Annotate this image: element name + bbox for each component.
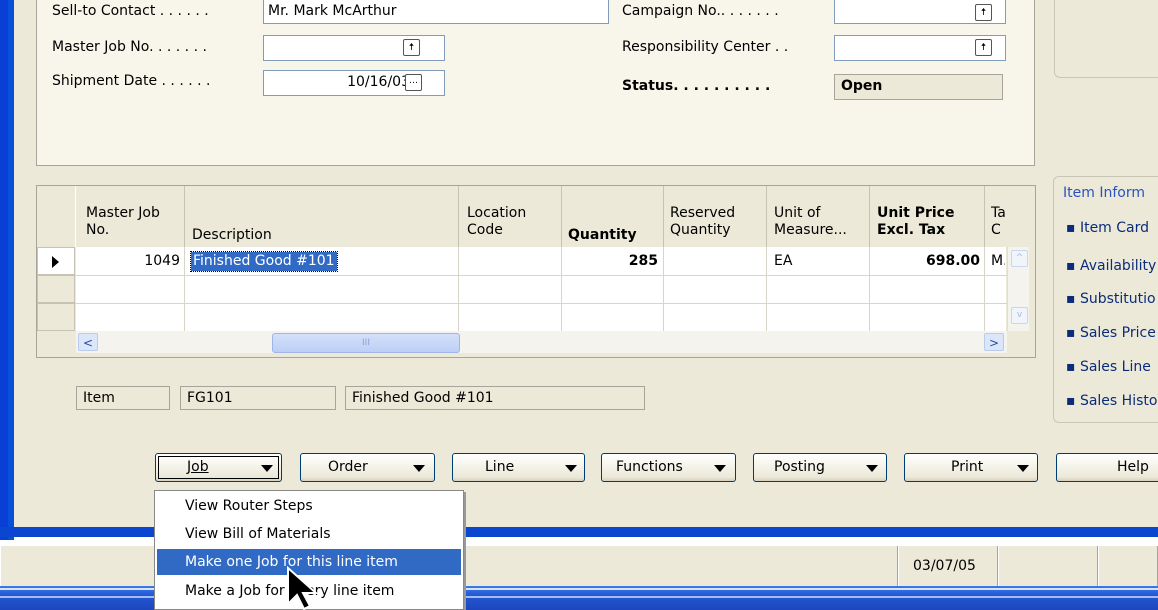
cell-unit-of-measure[interactable]: EA <box>774 249 792 273</box>
item-information-title: Item Inform <box>1063 185 1147 201</box>
status-cell-4 <box>1098 546 1158 586</box>
campaign-label: Campaign No.. . . . . . . <box>622 3 779 19</box>
status-date: 03/07/05 <box>898 546 998 586</box>
help-button[interactable]: Help <box>1056 453 1158 482</box>
status-cell-3 <box>998 546 1098 586</box>
responsibility-center-label: Responsibility Center . . <box>622 39 789 55</box>
column-header-unit-price[interactable]: Unit Price Excl. Tax <box>877 205 954 239</box>
chevron-down-icon <box>565 465 577 472</box>
chevron-down-icon <box>261 465 273 472</box>
side-link-availability[interactable]: ▪ Availability <box>1066 258 1156 274</box>
column-header-description[interactable]: Description <box>192 227 272 244</box>
status-label: Status. . . . . . . . . . <box>622 78 771 94</box>
row-selector-1[interactable] <box>37 247 75 275</box>
horizontal-scrollbar[interactable] <box>76 331 1007 353</box>
line-menu-button[interactable]: Line <box>452 453 585 482</box>
cell-unit-price[interactable]: 698.00 <box>870 249 980 273</box>
campaign-lookup-button[interactable]: 🠅 <box>975 4 992 21</box>
chevron-down-icon <box>1017 465 1029 472</box>
scroll-down-icon[interactable]: v <box>1011 307 1028 324</box>
column-header-master-job[interactable]: Master Job No. <box>86 205 160 239</box>
menu-item-view-bill-of-materials[interactable]: View Bill of Materials <box>157 521 461 547</box>
calendar-assist-button[interactable]: … <box>405 74 422 91</box>
master-job-label: Master Job No. . . . . . . <box>52 39 207 55</box>
item-information-panel: Item Inform ▪ Item Card ▪ Availability ▪… <box>1053 176 1158 423</box>
master-job-lookup-button[interactable]: 🠅 <box>403 39 420 56</box>
column-header-quantity[interactable]: Quantity <box>568 227 637 244</box>
column-header-location[interactable]: Location Code <box>467 205 526 239</box>
side-link-sales-line[interactable]: ▪ Sales Line <box>1066 359 1151 375</box>
side-link-item-card[interactable]: ▪ Item Card <box>1066 220 1149 236</box>
menu-item-view-router-steps[interactable]: View Router Steps <box>157 493 461 519</box>
column-header-tax[interactable]: Ta C <box>991 205 1005 239</box>
column-header-unit-of-measure[interactable]: Unit of Measure... <box>774 205 847 239</box>
sell-to-contact-field[interactable]: Mr. Mark McArthur <box>263 0 609 24</box>
scroll-up-icon[interactable]: ^ <box>1011 250 1028 267</box>
functions-menu-button[interactable]: Functions <box>601 453 736 482</box>
row-selector-2[interactable] <box>37 275 75 303</box>
scroll-right-icon[interactable]: > <box>984 333 1004 351</box>
sell-to-contact-label: Sell-to Contact . . . . . . <box>52 3 209 19</box>
side-link-sales-prices[interactable]: ▪ Sales Price <box>1066 325 1156 341</box>
cell-description[interactable]: Finished Good #101 <box>190 251 338 272</box>
side-link-substitutions[interactable]: ▪ Substitutio <box>1066 291 1156 307</box>
column-header-reserved-quantity[interactable]: Reserved Quantity <box>670 205 735 239</box>
cell-tax[interactable]: M. <box>991 249 1005 273</box>
order-menu-button[interactable]: Order <box>300 453 435 482</box>
window-border-left <box>0 0 14 540</box>
posting-menu-button[interactable]: Posting <box>753 453 887 482</box>
print-menu-button[interactable]: Print <box>904 453 1038 482</box>
chevron-down-icon <box>866 465 878 472</box>
side-link-sales-history[interactable]: ▪ Sales Histo <box>1066 393 1157 409</box>
job-menu-button[interactable]: Job <box>155 453 282 482</box>
side-panel-upper <box>1054 0 1158 78</box>
cell-master-job[interactable]: 1049 <box>76 249 180 273</box>
info-number: FG101 <box>180 386 336 410</box>
cell-quantity[interactable]: 285 <box>562 249 658 273</box>
info-type: Item <box>76 386 170 410</box>
chevron-down-icon <box>714 465 726 472</box>
shipment-date-label: Shipment Date . . . . . . <box>52 73 211 89</box>
chevron-down-icon <box>413 465 425 472</box>
scroll-left-icon[interactable]: < <box>78 333 98 351</box>
responsibility-center-lookup-button[interactable]: 🠅 <box>975 39 992 56</box>
row-selector-3[interactable] <box>37 303 75 331</box>
vertical-scrollbar[interactable]: ^ v <box>1007 247 1029 331</box>
status-value: Open <box>834 74 1003 100</box>
mouse-pointer-icon <box>287 566 319 610</box>
info-description: Finished Good #101 <box>345 386 645 410</box>
horizontal-scroll-thumb[interactable]: III <box>272 333 460 353</box>
